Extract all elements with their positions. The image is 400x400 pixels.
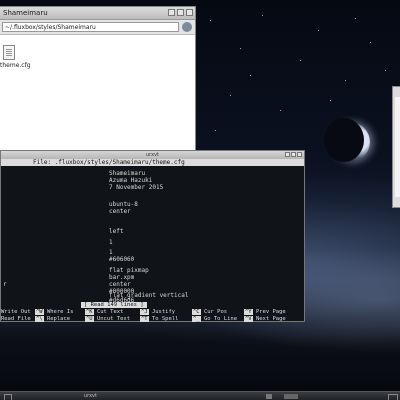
tray-icon[interactable] (284, 394, 298, 399)
tray-icon[interactable] (266, 394, 272, 399)
desktop-wallpaper: Shameimaru ~/.fluxbox/styles/Shameimaru … (0, 0, 400, 400)
editor-line: center (109, 281, 131, 288)
star (230, 95, 231, 96)
close-button[interactable] (186, 9, 193, 16)
star (215, 130, 216, 131)
terminal-window[interactable]: urxvt File: .fluxbox/styles/Shameimaru/t… (0, 150, 305, 322)
location-bar: ~/.fluxbox/styles/Shameimaru (0, 20, 195, 35)
editor-line: Azuma Hazuki (109, 177, 153, 184)
shortcut-row: ^R Read File ^\ Replace ^U Uncut Text ^T… (0, 315, 306, 323)
close-button[interactable] (297, 152, 302, 157)
shortcut-replace[interactable]: ^\ Replace (35, 315, 70, 323)
star (210, 20, 211, 21)
terminal-title: urxvt (146, 152, 159, 158)
editor-line: center (109, 208, 131, 215)
star (318, 30, 319, 31)
shortcut-go-to-line[interactable]: ^_ Go To Line (192, 315, 237, 323)
nano-header: File: .fluxbox/styles/Shameimaru/theme.c… (1, 159, 304, 166)
star (250, 75, 251, 76)
star (385, 70, 386, 71)
planet-shadow (324, 118, 364, 162)
editor-line: #606060 (109, 256, 135, 263)
go-icon[interactable] (182, 22, 192, 32)
star (370, 42, 371, 43)
editor-line: 1 (109, 239, 113, 246)
editor-line: bar.xpm (109, 274, 135, 281)
maximize-button[interactable] (291, 152, 296, 157)
shortcut-to-spell[interactable]: ^T To Spell (140, 315, 178, 323)
editor-line: left (109, 228, 124, 235)
side-window[interactable] (392, 86, 400, 208)
maximize-button[interactable] (177, 9, 184, 16)
tray-icon[interactable] (388, 394, 398, 400)
star (262, 15, 263, 16)
file-label[interactable]: theme.cfg (0, 62, 31, 69)
editor-line: 7 November 2015 (109, 184, 164, 191)
taskbar-item-urxvt[interactable]: urxvt (84, 392, 97, 400)
workspace-icon[interactable] (4, 394, 12, 400)
editor-line: ubuntu-8 (109, 201, 138, 208)
minimize-button[interactable] (168, 9, 175, 16)
file-icon[interactable] (3, 45, 15, 60)
editor-line-fragment: r (3, 281, 7, 288)
star (240, 48, 241, 49)
star (330, 100, 331, 101)
path-field[interactable]: ~/.fluxbox/styles/Shameimaru (2, 22, 179, 32)
editor-line: flat pixmap (109, 267, 149, 274)
side-window-content (395, 97, 400, 197)
star (345, 80, 346, 81)
status-message: [ Read 149 lines ] (81, 302, 147, 308)
file-view[interactable]: theme.cfg (0, 35, 195, 150)
star (280, 110, 281, 111)
file-manager-titlebar[interactable]: Shameimaru (0, 7, 195, 20)
shortcut-read-file[interactable]: ^R Read File (0, 316, 31, 323)
editor-line: 1 (109, 249, 113, 256)
terminal-titlebar[interactable]: urxvt (1, 151, 304, 159)
minimize-button[interactable] (285, 152, 290, 157)
file-manager-window[interactable]: Shameimaru ~/.fluxbox/styles/Shameimaru … (0, 6, 196, 151)
shortcut-bar: ^O Write Out ^W Where Is ^K Cut Text ^J … (1, 309, 306, 322)
shortcut-uncut-text[interactable]: ^U Uncut Text (85, 315, 130, 323)
file-manager-title: Shameimaru (3, 9, 48, 17)
shortcut-next-page[interactable]: ^V Next Page (244, 315, 286, 323)
star (355, 18, 356, 19)
star (300, 60, 301, 61)
editor-line: Shameimaru (109, 170, 146, 177)
taskbar: urxvt (0, 391, 400, 400)
